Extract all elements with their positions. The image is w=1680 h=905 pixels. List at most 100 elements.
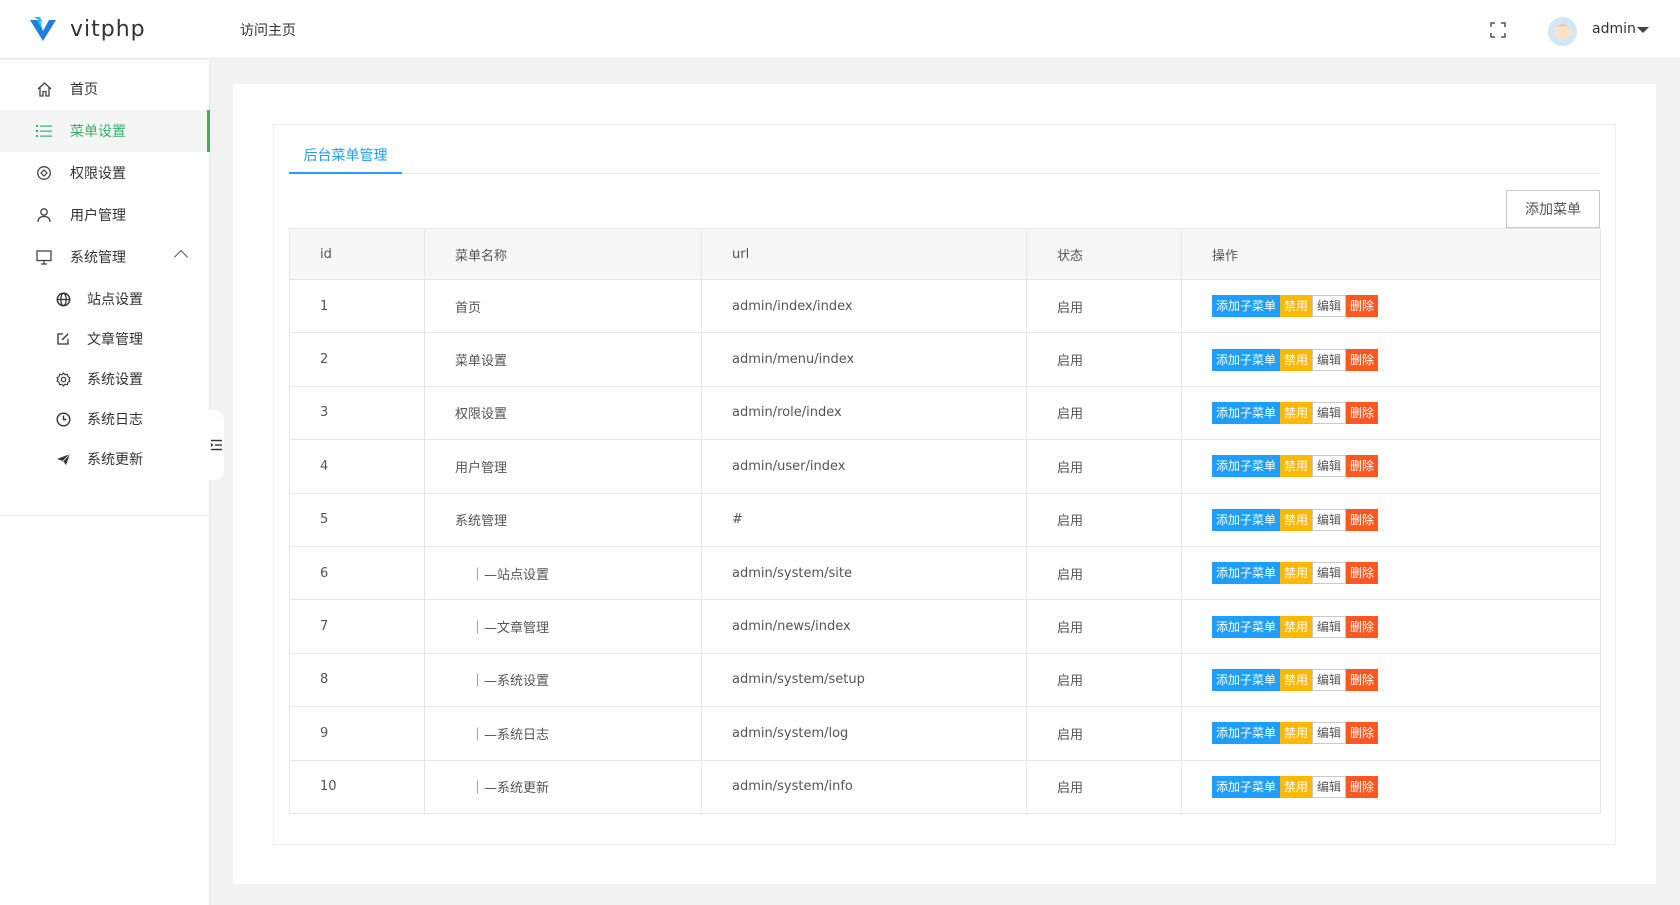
table-row: 3 权限设置 admin/role/index 启用 添加子菜单 禁用 编辑 删除 — [289, 385, 1601, 441]
add-child-menu-button[interactable]: 添加子菜单 — [1212, 615, 1281, 638]
cell-actions: 添加子菜单 禁用 编辑 删除 — [1181, 706, 1601, 761]
table-header-row: id 菜单名称 url 状态 操作 — [289, 228, 1601, 280]
cell-url: admin/role/index — [701, 385, 1027, 441]
add-child-menu-button[interactable]: 添加子菜单 — [1212, 401, 1281, 424]
cell-name: 系统管理 — [424, 492, 702, 547]
edit-button[interactable]: 编辑 — [1312, 348, 1347, 371]
sidebar-subitem-label: 文章管理 — [87, 332, 143, 348]
sidebar-item-home[interactable]: 首页 — [0, 68, 210, 110]
disable-button[interactable]: 禁用 — [1280, 508, 1313, 531]
sidebar-subitem-logs[interactable]: 系统日志 — [0, 399, 210, 439]
cell-url: admin/menu/index — [701, 332, 1027, 387]
edit-button[interactable]: 编辑 — [1312, 401, 1347, 424]
table-row: 2 菜单设置 admin/menu/index 启用 添加子菜单 禁用 编辑 删除 — [289, 332, 1601, 387]
cell-actions: 添加子菜单 禁用 编辑 删除 — [1181, 652, 1601, 708]
table-row: 6 ｜—站点设置 admin/system/site 启用 添加子菜单 禁用 编辑 删除 — [289, 545, 1601, 601]
sidebar-subitem-label: 系统更新 — [87, 452, 143, 468]
disable-button[interactable]: 禁用 — [1280, 775, 1313, 798]
sidebar-item-menu-settings[interactable]: 菜单设置 — [0, 110, 210, 152]
add-menu-button[interactable]: 添加菜单 — [1506, 190, 1600, 228]
disable-button[interactable]: 禁用 — [1280, 455, 1313, 478]
cell-name: ｜—系统设置 — [424, 652, 702, 708]
disable-button[interactable]: 禁用 — [1280, 295, 1313, 318]
disable-button[interactable]: 禁用 — [1280, 615, 1313, 638]
cell-url: admin/system/info — [701, 759, 1027, 814]
sidebar-item-label: 权限设置 — [70, 166, 126, 182]
cell-status: 启用 — [1026, 385, 1182, 441]
delete-button[interactable]: 删除 — [1346, 508, 1379, 531]
edit-button[interactable]: 编辑 — [1312, 562, 1347, 585]
cell-status: 启用 — [1026, 332, 1182, 387]
cell-status: 启用 — [1026, 439, 1182, 494]
add-child-menu-button[interactable]: 添加子菜单 — [1212, 348, 1281, 371]
edit-button[interactable]: 编辑 — [1312, 668, 1347, 691]
sidebar-item-users[interactable]: 用户管理 — [0, 194, 210, 236]
delete-button[interactable]: 删除 — [1346, 295, 1379, 318]
edit-button[interactable]: 编辑 — [1312, 775, 1347, 798]
avatar[interactable] — [1548, 17, 1577, 46]
sidebar-subitem-label: 系统设置 — [87, 372, 143, 388]
home-icon — [35, 80, 53, 98]
add-child-menu-button[interactable]: 添加子菜单 — [1212, 295, 1281, 318]
delete-button[interactable]: 删除 — [1346, 348, 1379, 371]
cell-status: 启用 — [1026, 706, 1182, 761]
edit-button[interactable]: 编辑 — [1312, 508, 1347, 531]
disable-button[interactable]: 禁用 — [1280, 348, 1313, 371]
logo[interactable]: vitphp — [28, 14, 146, 44]
visit-home-link[interactable]: 访问主页 — [240, 20, 296, 40]
caret-down-icon[interactable] — [1637, 27, 1649, 33]
sidebar-subitem-articles[interactable]: 文章管理 — [0, 319, 210, 359]
cell-url: admin/index/index — [701, 278, 1027, 334]
sidebar-collapse-toggle[interactable] — [208, 410, 224, 480]
delete-button[interactable]: 删除 — [1346, 455, 1379, 478]
sidebar-subitem-system-settings[interactable]: 系统设置 — [0, 359, 210, 399]
add-child-menu-button[interactable]: 添加子菜单 — [1212, 775, 1281, 798]
top-header: vitphp 访问主页 admin — [0, 0, 1680, 59]
cell-url: # — [701, 492, 1027, 547]
disable-button[interactable]: 禁用 — [1280, 401, 1313, 424]
sidebar-item-permissions[interactable]: 权限设置 — [0, 152, 210, 194]
add-child-menu-button[interactable]: 添加子菜单 — [1212, 562, 1281, 585]
cell-actions: 添加子菜单 禁用 编辑 删除 — [1181, 439, 1601, 494]
sidebar-item-system[interactable]: 系统管理 — [0, 236, 210, 278]
edit-button[interactable]: 编辑 — [1312, 722, 1347, 745]
sidebar: 首页 菜单设置 权限设置 用户管理 系统管理 站点设置 文章管理 系统设置 系统… — [0, 60, 210, 905]
add-child-menu-button[interactable]: 添加子菜单 — [1212, 455, 1281, 478]
list-icon — [35, 122, 53, 140]
edit-button[interactable]: 编辑 — [1312, 455, 1347, 478]
sidebar-subitem-update[interactable]: 系统更新 — [0, 439, 210, 479]
edit-button[interactable]: 编辑 — [1312, 295, 1347, 318]
user-name[interactable]: admin — [1592, 21, 1636, 37]
delete-button[interactable]: 删除 — [1346, 401, 1379, 424]
edit-button[interactable]: 编辑 — [1312, 615, 1347, 638]
disable-button[interactable]: 禁用 — [1280, 668, 1313, 691]
add-child-menu-button[interactable]: 添加子菜单 — [1212, 508, 1281, 531]
cell-actions: 添加子菜单 禁用 编辑 删除 — [1181, 759, 1601, 814]
cell-id: 1 — [289, 278, 425, 334]
column-header-status: 状态 — [1026, 228, 1182, 280]
tab-menu-management[interactable]: 后台菜单管理 — [289, 143, 402, 174]
delete-button[interactable]: 删除 — [1346, 615, 1379, 638]
delete-button[interactable]: 删除 — [1346, 775, 1379, 798]
add-child-menu-button[interactable]: 添加子菜单 — [1212, 668, 1281, 691]
sidebar-item-label: 首页 — [70, 82, 98, 98]
delete-button[interactable]: 删除 — [1346, 668, 1379, 691]
disable-button[interactable]: 禁用 — [1280, 722, 1313, 745]
cell-status: 启用 — [1026, 278, 1182, 334]
globe-icon — [55, 291, 71, 307]
add-child-menu-button[interactable]: 添加子菜单 — [1212, 722, 1281, 745]
user-icon — [35, 206, 53, 224]
cell-id: 4 — [289, 439, 425, 494]
cell-status: 启用 — [1026, 599, 1182, 654]
table-row: 9 ｜—系统日志 admin/system/log 启用 添加子菜单 禁用 编辑 删除 — [289, 706, 1601, 761]
cell-id: 9 — [289, 706, 425, 761]
disable-button[interactable]: 禁用 — [1280, 562, 1313, 585]
cell-actions: 添加子菜单 禁用 编辑 删除 — [1181, 278, 1601, 334]
cell-id: 7 — [289, 599, 425, 654]
delete-button[interactable]: 删除 — [1346, 722, 1379, 745]
table-row: 5 系统管理 # 启用 添加子菜单 禁用 编辑 删除 — [289, 492, 1601, 547]
sidebar-subitem-site-settings[interactable]: 站点设置 — [0, 279, 210, 319]
delete-button[interactable]: 删除 — [1346, 562, 1379, 585]
fullscreen-icon[interactable] — [1490, 22, 1506, 38]
column-header-actions: 操作 — [1181, 228, 1601, 280]
